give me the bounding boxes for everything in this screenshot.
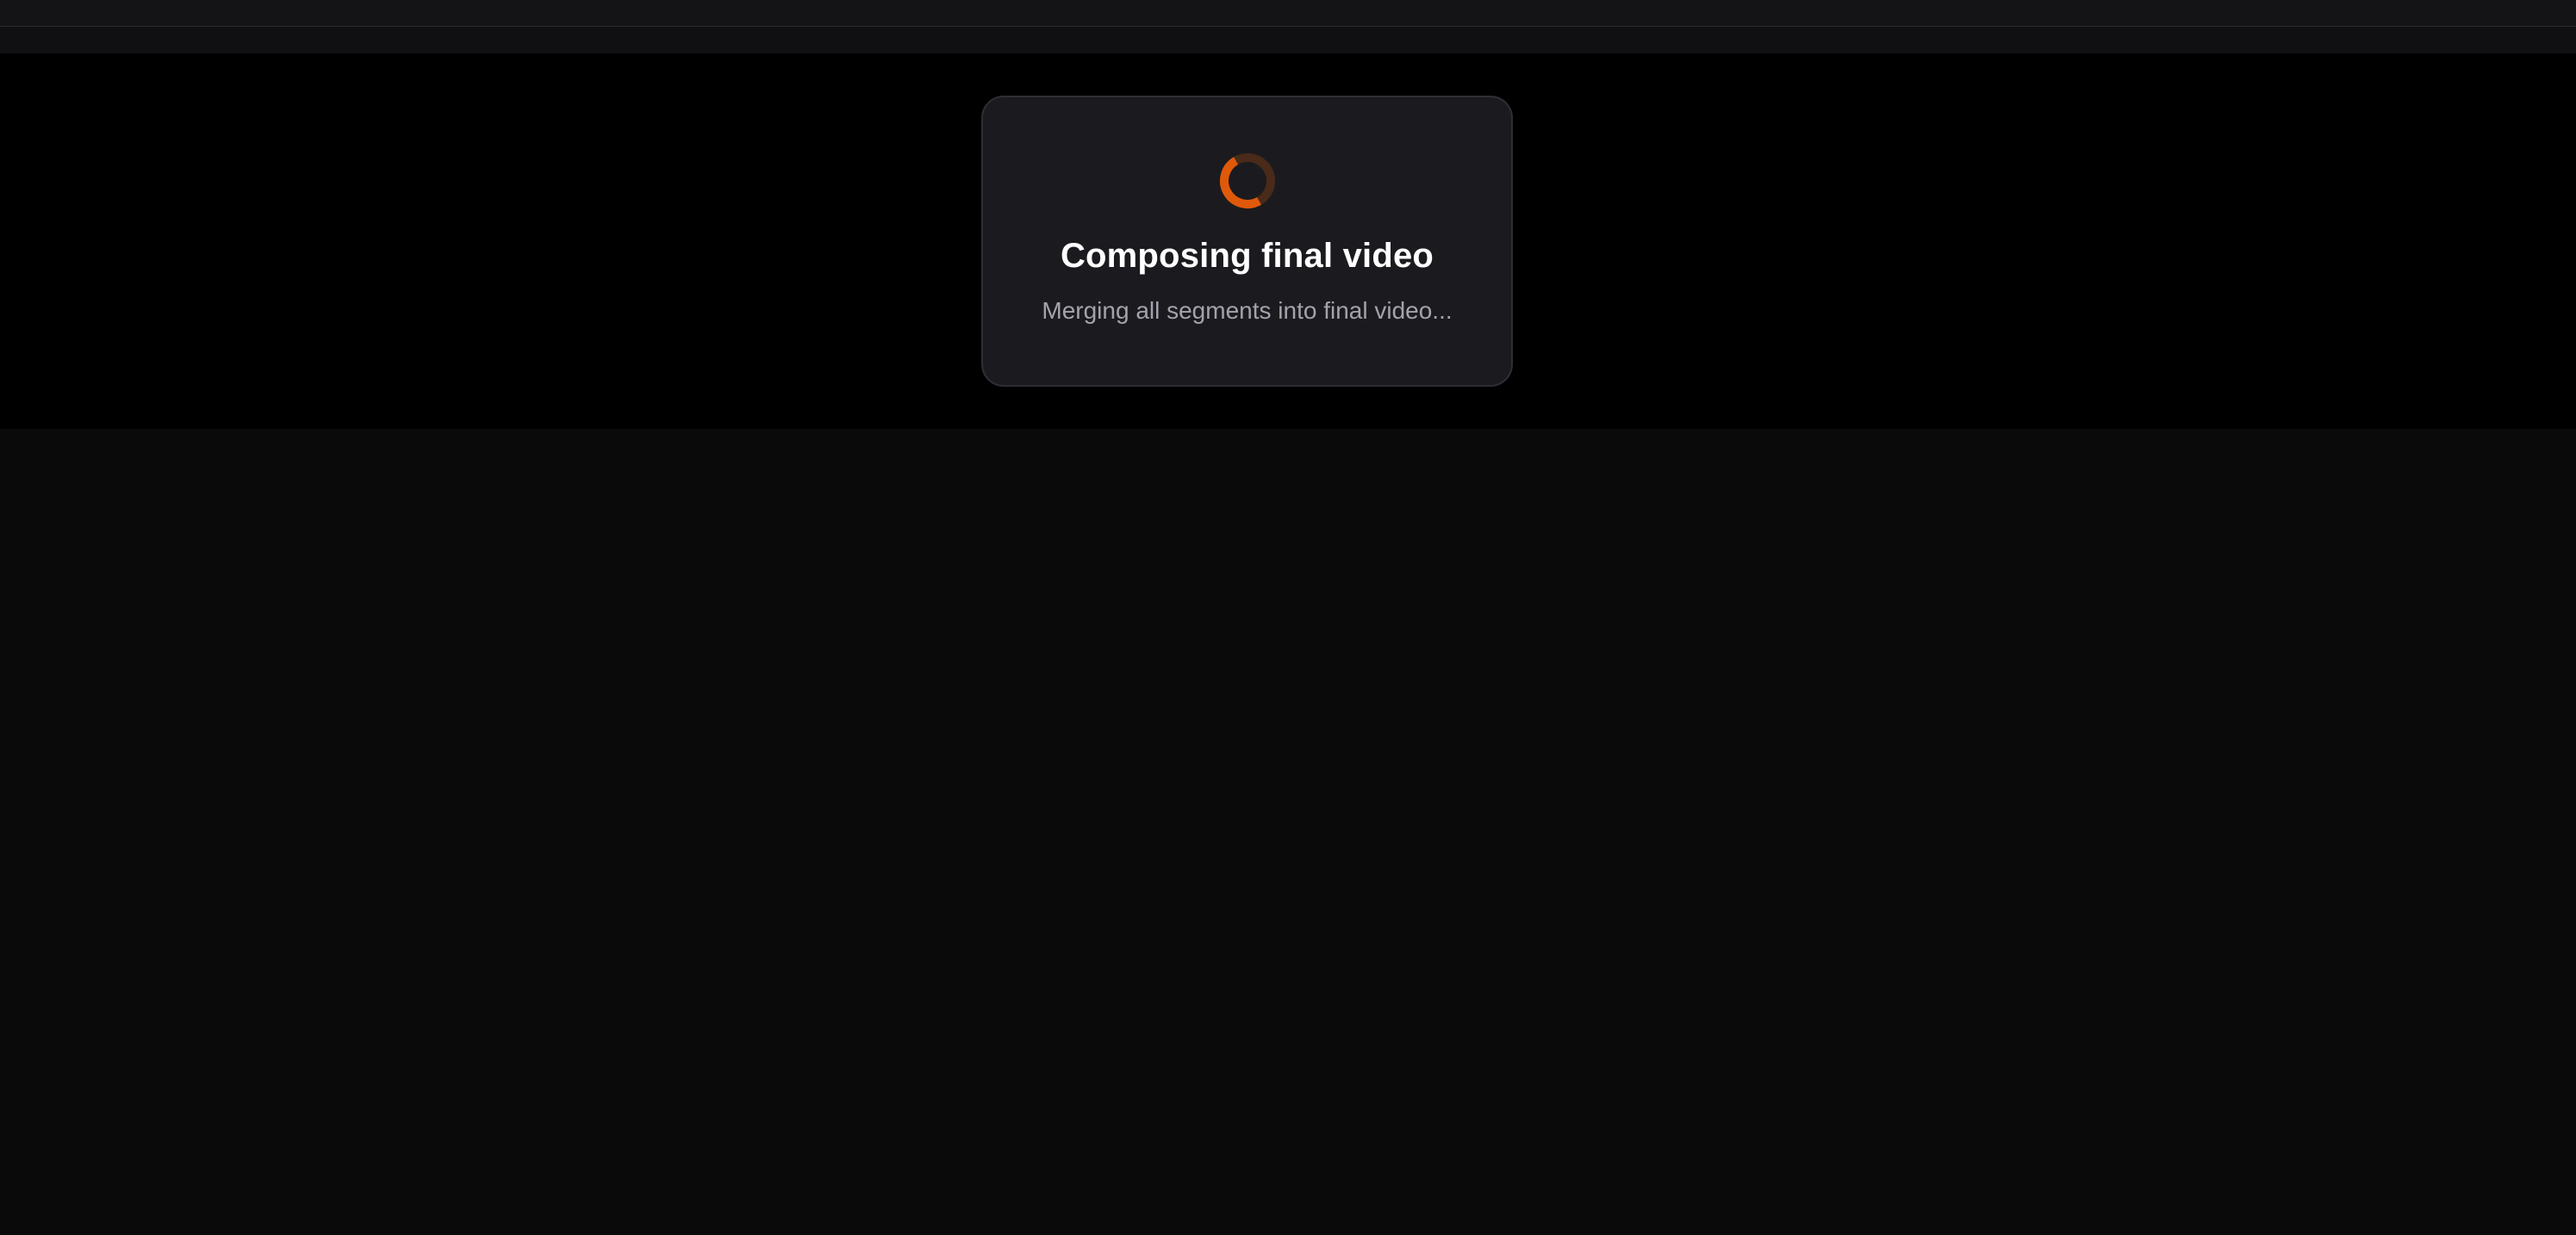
top-toolbar xyxy=(0,0,2576,27)
loading-spinner-icon xyxy=(1219,153,1275,208)
composing-status-card: Composing final video Merging all segmen… xyxy=(981,96,1513,387)
status-title: Composing final video xyxy=(1060,237,1434,275)
secondary-toolbar xyxy=(0,27,2576,53)
timeline-area xyxy=(0,429,2576,1235)
status-subtitle: Merging all segments into final video... xyxy=(1042,297,1453,324)
